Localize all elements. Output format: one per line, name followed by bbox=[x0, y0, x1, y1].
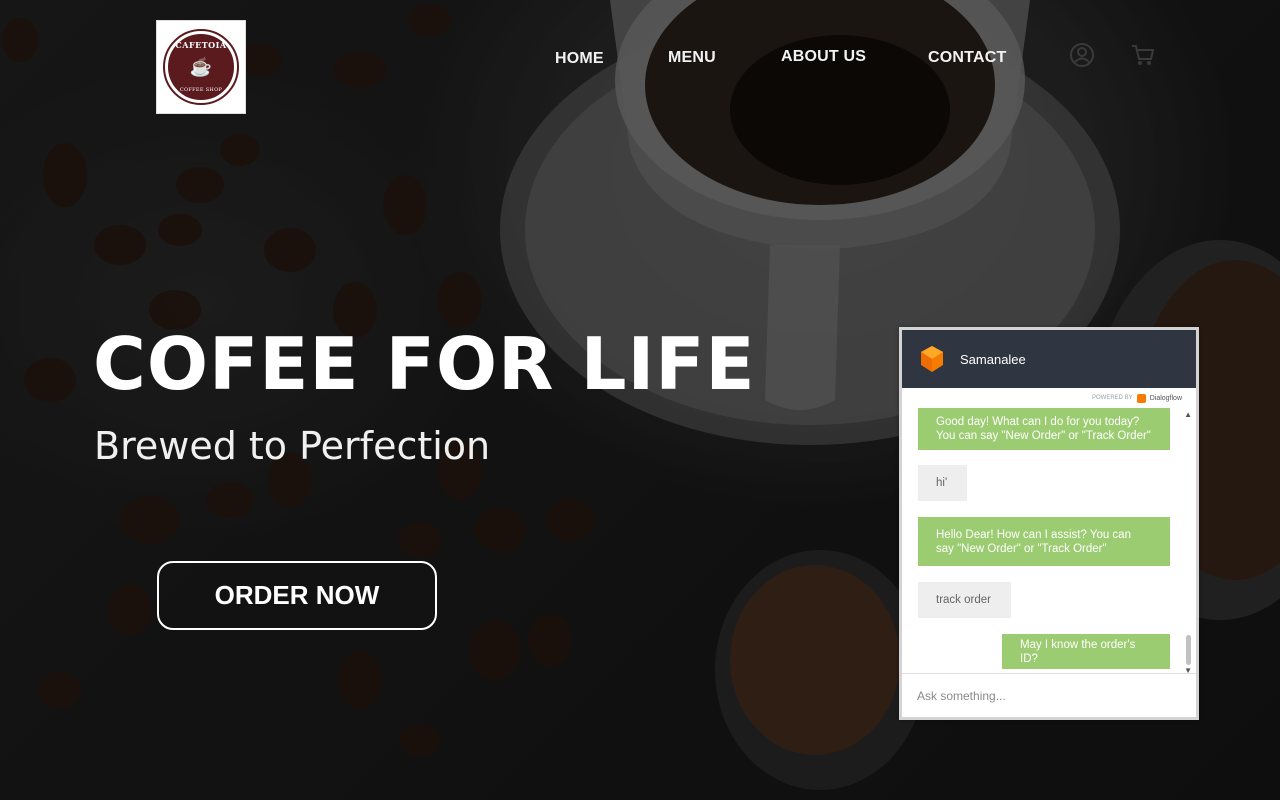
logo-bottom-text: COFFEE SHOP bbox=[179, 87, 223, 93]
nav-home[interactable]: HOME bbox=[555, 50, 604, 68]
message-text: hi' bbox=[936, 477, 948, 489]
scroll-up-icon[interactable]: ▲ bbox=[1184, 410, 1192, 419]
powered-by-label: POWERED BY bbox=[1092, 395, 1133, 401]
order-now-button[interactable]: ORDER NOW bbox=[157, 561, 437, 630]
hero-title: COFEE FOR LIFE bbox=[93, 322, 756, 406]
message-text: track order bbox=[936, 594, 991, 606]
nav-contact[interactable]: CONTACT bbox=[928, 49, 1006, 67]
chat-input[interactable] bbox=[902, 673, 1196, 717]
scroll-thumb[interactable] bbox=[1186, 635, 1191, 665]
user-icon[interactable] bbox=[1069, 42, 1095, 68]
dialogflow-badge-icon bbox=[1136, 393, 1146, 403]
chat-message-bot: May I know the order's ID? bbox=[1002, 634, 1170, 669]
nav-about-us[interactable]: ABOUT US bbox=[781, 48, 866, 66]
message-text: May I know the order's ID? bbox=[1020, 638, 1136, 665]
chat-widget: Samanalee POWERED BY Dialogflow Good day… bbox=[899, 327, 1199, 720]
powered-by: POWERED BY Dialogflow bbox=[902, 388, 1196, 408]
chat-message-bot: Good day! What can I do for you today? Y… bbox=[918, 408, 1170, 450]
cart-icon[interactable] bbox=[1130, 42, 1156, 68]
chat-message-bot: Hello Dear! How can I assist? You can sa… bbox=[918, 517, 1170, 566]
powered-by-brand: Dialogflow bbox=[1149, 394, 1182, 402]
dialogflow-logo-icon bbox=[921, 346, 943, 372]
hero-subtitle: Brewed to Perfection bbox=[94, 424, 491, 468]
chat-header: Samanalee bbox=[902, 330, 1196, 388]
chat-message-user: hi' bbox=[918, 465, 967, 501]
nav-menu[interactable]: MENU bbox=[668, 49, 716, 67]
chat-bot-name: Samanalee bbox=[960, 351, 1026, 367]
chat-scrollbar[interactable]: ▲ ▼ bbox=[1184, 408, 1193, 675]
message-text: Good day! What can I do for you today? Y… bbox=[936, 416, 1151, 442]
chat-message-user: track order bbox=[918, 582, 1011, 618]
message-text: Hello Dear! How can I assist? You can sa… bbox=[936, 528, 1131, 555]
chat-messages[interactable]: Good day! What can I do for you today? Y… bbox=[902, 408, 1196, 675]
